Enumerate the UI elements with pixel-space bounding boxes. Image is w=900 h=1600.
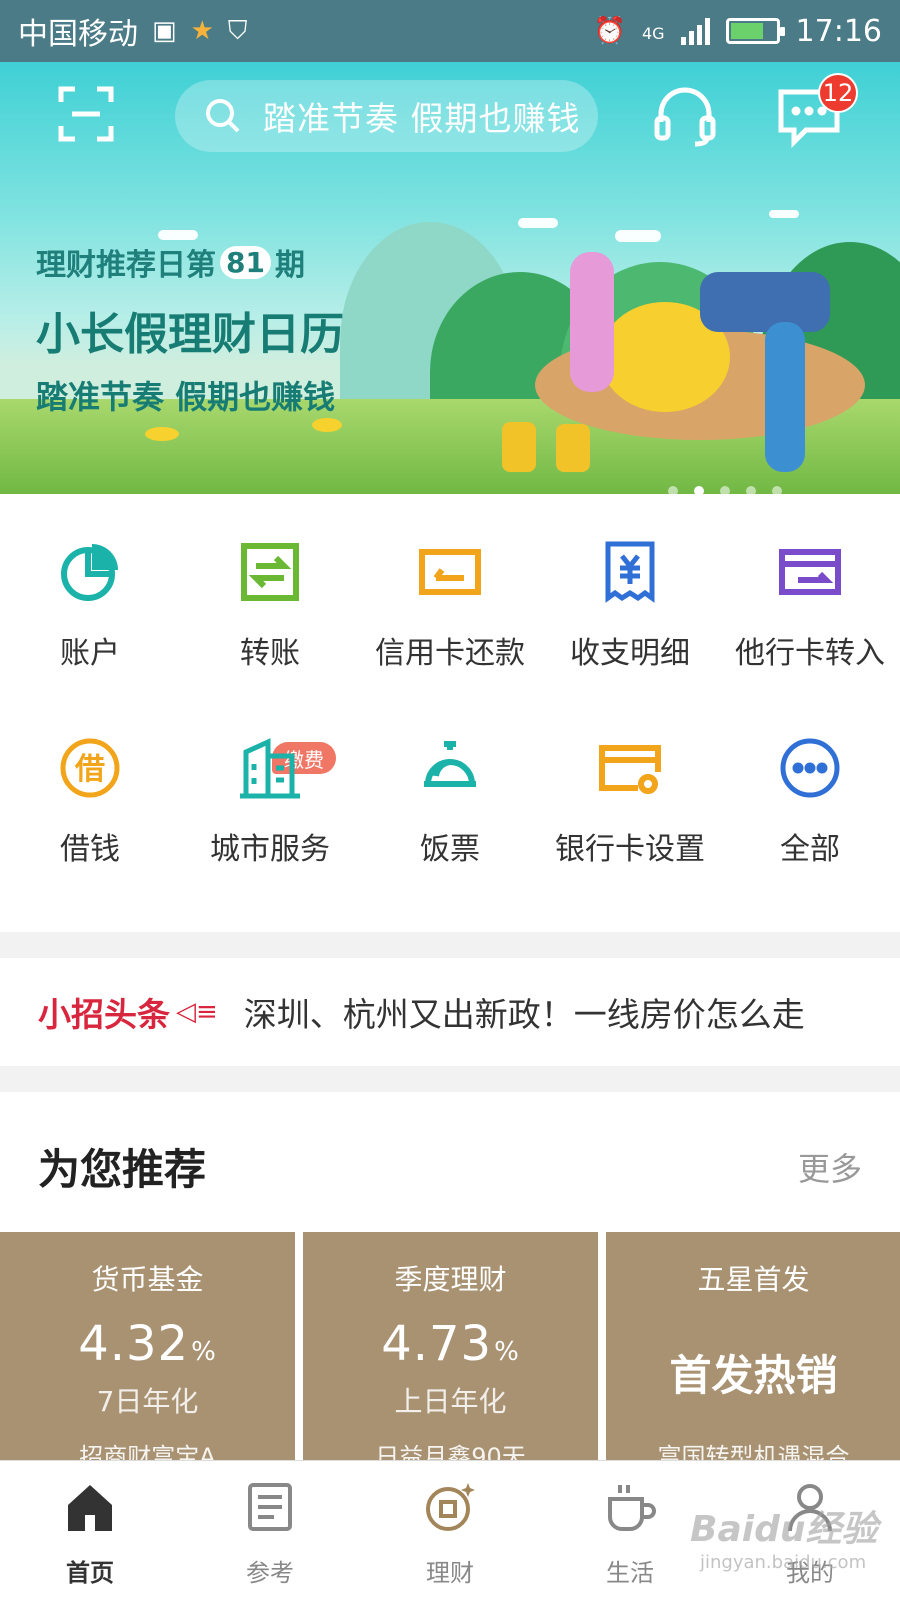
banner-issue-suffix: 期 [274, 248, 305, 283]
service-label: 全部 [780, 832, 840, 867]
service-grid: 缴费 账户 转账 信用卡还款 收支明细 他行卡转入借借钱 城市服务 饭票 银行卡设置 全部 [0, 494, 900, 932]
signal-icon [680, 17, 710, 45]
shield-icon: ⛉ [227, 15, 248, 46]
cup-icon [608, 1485, 656, 1531]
dish-cover-icon [418, 736, 482, 800]
service-item-pie-chart[interactable]: 账户 [0, 540, 180, 672]
product-name: 日益月鑫90天 [375, 1443, 526, 1460]
service-label: 城市服务 [210, 832, 330, 867]
image-icon: ▣ [152, 16, 177, 46]
status-bar: 中国移动 ▣ ★ ⛉ ⏰ 4G 17:16 [0, 0, 900, 62]
tab-wealth[interactable]: 理财 [360, 1461, 540, 1600]
service-label: 收支明细 [570, 636, 690, 671]
news-headline[interactable]: 深圳、杭州又出新政！一线房价怎么走 [244, 988, 805, 1036]
banner-copy: 理财推荐日第 81 期 小长假理财日历 踏准节奏 假期也赚钱 [36, 240, 344, 418]
recommend-more-link[interactable]: 更多 [798, 1144, 862, 1190]
card-settings-icon [598, 736, 662, 800]
battery-icon [725, 18, 785, 44]
pie-chart-icon [58, 540, 122, 604]
product-title: 五星首发 [697, 1263, 810, 1296]
credit-card-icon [418, 540, 482, 604]
product-title: 季度理财 [394, 1263, 507, 1296]
banner-dot[interactable] [772, 486, 782, 494]
news-brand: 小招头条 [38, 995, 170, 1034]
product-name: 富国转型机遇混合 [657, 1443, 850, 1460]
clock: 17:16 [795, 13, 882, 49]
card-in-icon [778, 540, 842, 604]
svg-text:借: 借 [74, 752, 105, 787]
banner-dot[interactable] [720, 486, 730, 494]
customer-service-button[interactable] [652, 84, 718, 148]
product-card-five-star[interactable]: 五星首发 首发热销 富国转型机遇混合 [606, 1232, 900, 1460]
service-item-more[interactable]: 全部 [720, 736, 900, 868]
search-placeholder: 踏准节奏 假期也赚钱 [263, 99, 581, 138]
home-icon [68, 1485, 112, 1531]
more-icon [778, 736, 842, 800]
service-item-card-settings[interactable]: 银行卡设置 [540, 736, 720, 868]
headset-icon [654, 87, 716, 147]
banner-issue-line: 理财推荐日第 81 期 [36, 240, 344, 284]
product-card-quarterly[interactable]: 季度理财 4.73% 上日年化 日益月鑫90天 [303, 1232, 598, 1460]
service-item-building[interactable]: 城市服务 [180, 736, 360, 868]
service-item-receipt[interactable]: 收支明细 [540, 540, 720, 672]
coin-icon [426, 1483, 475, 1531]
product-name: 招商财富宝A [79, 1443, 216, 1460]
service-label: 转账 [240, 636, 300, 671]
speaker-icon: ◁≡ [176, 997, 218, 1027]
product-rate-desc: 7日年化 [96, 1385, 199, 1418]
banner-dot[interactable] [694, 486, 704, 494]
search-bar[interactable]: 踏准节奏 假期也赚钱 [175, 80, 598, 152]
tab-reference[interactable]: 参考 [180, 1461, 360, 1600]
tab-home[interactable]: 首页 [0, 1461, 180, 1600]
tab-label: 生活 [606, 1559, 654, 1587]
service-item-transfer[interactable]: 转账 [180, 540, 360, 672]
network-type: 4G [641, 23, 665, 43]
service-item-borrow[interactable]: 借借钱 [0, 736, 180, 868]
service-item-dish-cover[interactable]: 饭票 [360, 736, 540, 868]
banner-dot[interactable] [746, 486, 756, 494]
service-label: 饭票 [420, 832, 480, 867]
service-label: 他行卡转入 [735, 636, 885, 671]
search-icon [206, 99, 240, 133]
promo-banner[interactable]: 踏准节奏 假期也赚钱 12 理财推荐日第 81 期 小长假理财日历 踏准节奏 假… [0, 62, 900, 494]
recommend-section: 为您推荐 更多 货币基金 4.32% 7日年化 招商财富宝A 季度理财 4.73… [0, 1092, 900, 1460]
service-label: 银行卡设置 [555, 832, 705, 867]
product-rate-desc: 上日年化 [394, 1385, 507, 1418]
carrier-label: 中国移动 [18, 17, 138, 52]
service-label: 借钱 [60, 832, 120, 867]
banner-issue-prefix: 理财推荐日第 [36, 248, 216, 283]
product-title: 货币基金 [91, 1263, 204, 1296]
news-ticker[interactable]: 小招头条 ◁≡ 深圳、杭州又出新政！一线房价怎么走 [0, 958, 900, 1066]
scan-button[interactable] [58, 86, 114, 142]
receipt-icon [598, 540, 662, 604]
watermark-logo: Baidu经验 [690, 1509, 878, 1550]
transfer-icon [238, 540, 302, 604]
watermark-url: jingyan.baidu.com [700, 1552, 867, 1573]
banner-subline: 踏准节奏 假期也赚钱 [36, 378, 336, 416]
building-icon [238, 736, 302, 800]
star-icon: ★ [190, 16, 214, 46]
recommend-title: 为您推荐 [38, 1145, 207, 1194]
service-label: 账户 [60, 636, 120, 671]
product-card-money-fund[interactable]: 货币基金 4.32% 7日年化 招商财富宝A [0, 1232, 295, 1460]
product-highlight: 首发热销 [669, 1351, 838, 1400]
banner-dot[interactable] [668, 486, 678, 494]
service-label: 信用卡还款 [375, 636, 525, 671]
product-rate: 4.73% [381, 1316, 520, 1372]
tab-label: 参考 [246, 1559, 294, 1587]
scan-icon [58, 86, 114, 142]
service-item-credit-card[interactable]: 信用卡还款 [360, 540, 540, 672]
document-icon [248, 1483, 292, 1531]
borrow-icon: 借 [58, 736, 122, 800]
alarm-icon: ⏰ [593, 16, 626, 46]
product-rate: 4.32% [78, 1316, 217, 1372]
banner-pagination[interactable] [668, 486, 782, 494]
tab-label: 首页 [66, 1559, 114, 1587]
banner-headline: 小长假理财日历 [36, 309, 344, 360]
banner-issue-number: 81 [220, 245, 271, 279]
service-item-card-in[interactable]: 他行卡转入 [720, 540, 900, 672]
message-count-badge: 12 [818, 73, 858, 113]
tab-label: 理财 [426, 1559, 474, 1587]
